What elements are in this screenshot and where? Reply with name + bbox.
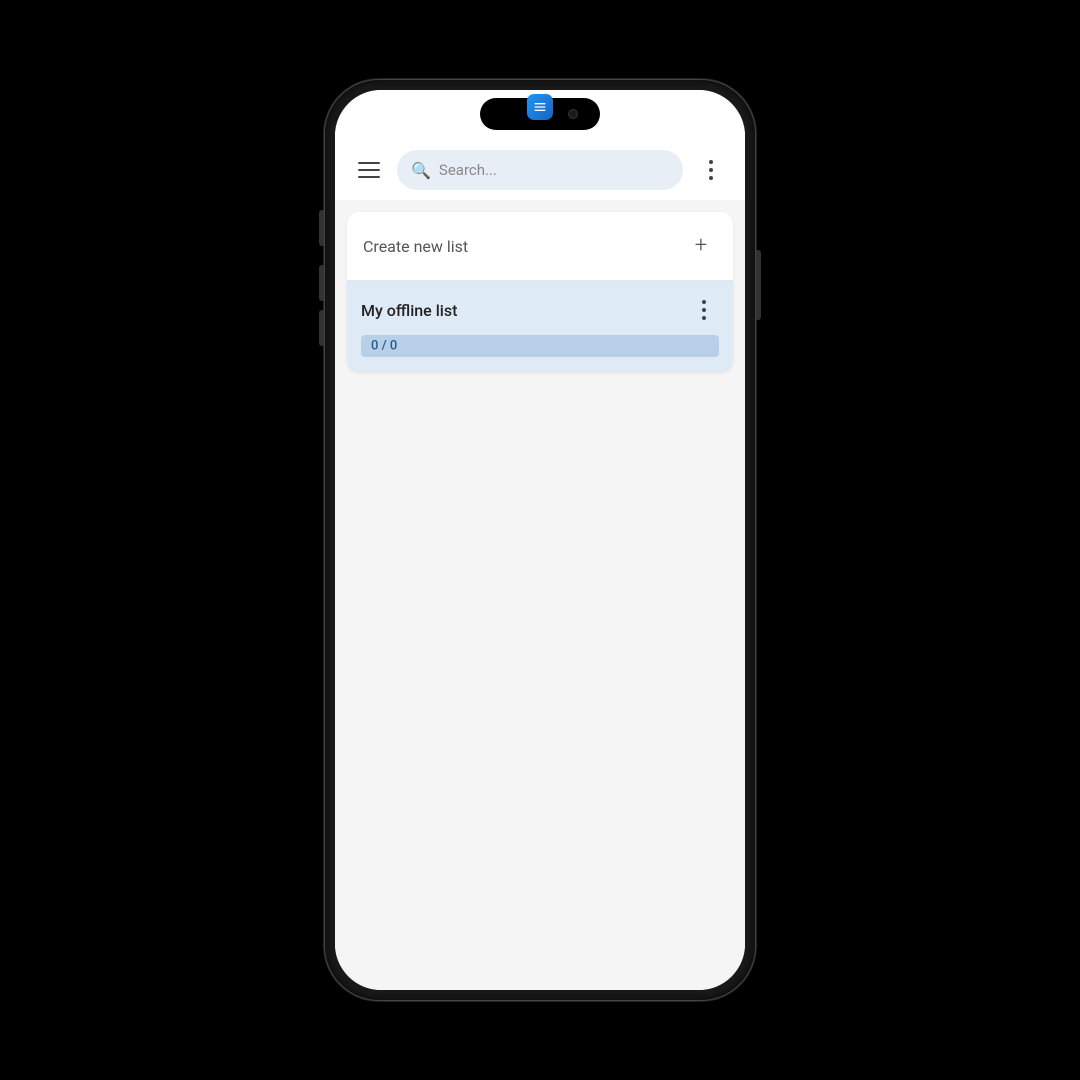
- vertical-dots-icon-list: [702, 300, 706, 320]
- dot-2: [709, 168, 713, 172]
- app-icon-svg: [532, 99, 548, 115]
- hamburger-line-1: [358, 162, 380, 164]
- status-bar: [335, 90, 745, 140]
- content-area: Create new list + My offline list: [335, 200, 745, 990]
- list-item-more-button[interactable]: [689, 295, 719, 325]
- hamburger-line-3: [358, 176, 380, 178]
- list-item-header: My offline list: [361, 295, 719, 325]
- progress-text: 0 / 0: [371, 339, 397, 354]
- progress-bar: 0 / 0: [361, 335, 719, 357]
- camera-dot: [568, 109, 578, 119]
- app-header: 🔍 Search...: [335, 140, 745, 200]
- create-list-card: Create new list +: [347, 212, 733, 281]
- search-placeholder: Search...: [439, 161, 497, 179]
- vertical-dots-icon: [709, 160, 713, 180]
- list-dot-2: [702, 308, 706, 312]
- phone-frame: 🔍 Search... Create new list +: [325, 80, 755, 1000]
- hamburger-line-2: [358, 169, 380, 171]
- hamburger-button[interactable]: [351, 152, 387, 188]
- hamburger-icon: [358, 162, 380, 178]
- search-icon: 🔍: [411, 161, 431, 180]
- list-dot-3: [702, 316, 706, 320]
- search-bar[interactable]: 🔍 Search...: [397, 150, 683, 190]
- app-icon-top: [527, 94, 553, 120]
- dot-1: [709, 160, 713, 164]
- plus-icon: +: [695, 235, 707, 257]
- list-dot-1: [702, 300, 706, 304]
- create-list-row[interactable]: Create new list +: [347, 212, 733, 281]
- create-list-plus-button[interactable]: +: [685, 230, 717, 262]
- phone-screen: 🔍 Search... Create new list +: [335, 90, 745, 990]
- header-more-button[interactable]: [693, 152, 729, 188]
- list-item-title: My offline list: [361, 301, 457, 320]
- create-list-label: Create new list: [363, 237, 468, 256]
- dot-3: [709, 176, 713, 180]
- list-item-card[interactable]: My offline list 0 / 0: [347, 281, 733, 371]
